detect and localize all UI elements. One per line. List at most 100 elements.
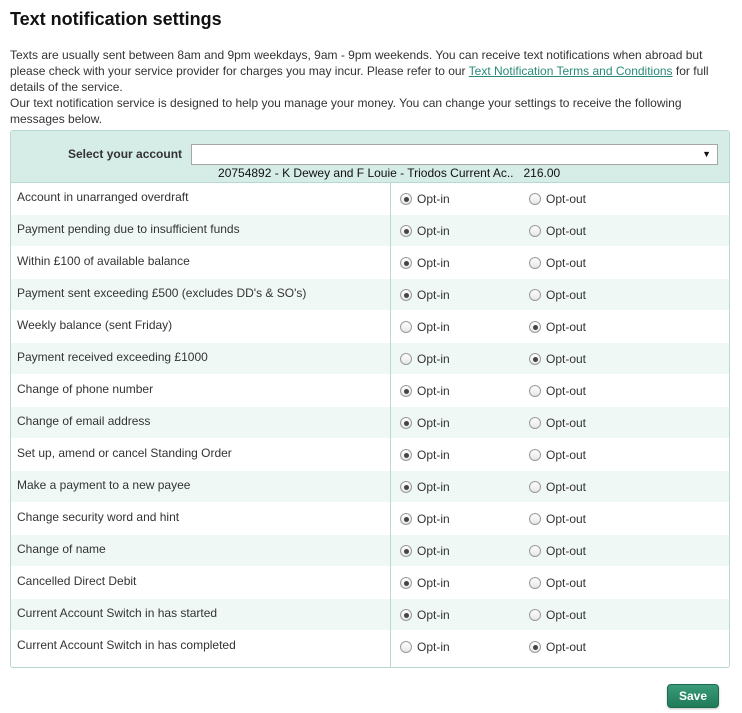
opt-out-radio-option[interactable]: Opt-out <box>529 512 586 526</box>
notification-row: Change security word and hint Opt-in Opt-o… <box>11 503 729 535</box>
radio-button-icon[interactable] <box>400 641 412 653</box>
notification-row: Account in unarranged overdraft Opt-in Opt… <box>11 183 729 215</box>
opt-out-radio-option[interactable]: Opt-out <box>529 288 586 302</box>
opt-out-label: Opt-out <box>546 640 587 654</box>
radio-button-icon[interactable] <box>400 193 412 205</box>
account-select-value: 20754892 - K Dewey and F Louie - Triodos… <box>218 166 561 180</box>
opt-in-radio-option[interactable]: Opt-in <box>400 352 450 366</box>
opt-out-radio-option[interactable]: Opt-out <box>529 192 586 206</box>
opt-in-label: Opt-in <box>417 256 450 270</box>
radio-button-icon[interactable] <box>529 545 541 557</box>
opt-in-radio-option[interactable]: Opt-in <box>400 608 450 622</box>
notification-row: Payment sent exceeding £500 (excludes DD… <box>11 279 729 311</box>
radio-button-icon[interactable] <box>400 385 412 397</box>
notification-label: Set up, amend or cancel Standing Order <box>17 446 232 460</box>
radio-button-icon[interactable] <box>400 545 412 557</box>
opt-in-radio-option[interactable]: Opt-in <box>400 576 450 590</box>
radio-button-icon[interactable] <box>529 321 541 333</box>
radio-button-icon[interactable] <box>400 289 412 301</box>
opt-in-radio-option[interactable]: Opt-in <box>400 320 450 334</box>
account-select-label: Select your account <box>68 147 183 161</box>
opt-in-radio-option[interactable]: Opt-in <box>400 448 450 462</box>
radio-button-icon[interactable] <box>529 385 541 397</box>
radio-button-icon[interactable] <box>400 321 412 333</box>
terms-link[interactable]: Text Notification Terms and Conditions <box>469 64 673 78</box>
radio-button-icon[interactable] <box>529 641 541 653</box>
radio-button-icon[interactable] <box>400 577 412 589</box>
opt-in-radio-option[interactable]: Opt-in <box>400 288 450 302</box>
notification-label: Payment pending due to insufficient fund… <box>17 222 240 236</box>
radio-button-icon[interactable] <box>400 225 412 237</box>
opt-out-radio-option[interactable]: Opt-out <box>529 640 586 654</box>
opt-out-label: Opt-out <box>546 224 587 238</box>
opt-in-label: Opt-in <box>417 224 450 238</box>
radio-button-icon[interactable] <box>400 609 412 621</box>
radio-button-icon[interactable] <box>400 417 412 429</box>
notification-row: Payment pending due to insufficient fund… <box>11 215 729 247</box>
opt-out-radio-option[interactable]: Opt-out <box>529 608 586 622</box>
radio-button-icon[interactable] <box>529 481 541 493</box>
notification-label: Change of phone number <box>17 382 154 396</box>
opt-in-label: Opt-in <box>417 192 450 206</box>
opt-in-label: Opt-in <box>417 288 450 302</box>
radio-button-icon[interactable] <box>400 257 412 269</box>
account-select[interactable]: 20754892 - K Dewey and F Louie - Triodos… <box>191 144 718 180</box>
opt-out-radio-option[interactable]: Opt-out <box>529 416 586 430</box>
radio-button-icon[interactable] <box>400 481 412 493</box>
opt-out-label: Opt-out <box>546 608 587 622</box>
opt-in-radio-option[interactable]: Opt-in <box>400 640 450 654</box>
opt-in-label: Opt-in <box>417 416 450 430</box>
opt-out-label: Opt-out <box>546 192 587 206</box>
page-title: Text notification settings <box>10 9 222 29</box>
settings-panel: Select your account 20754892 - K Dewey a… <box>10 130 730 668</box>
opt-out-radio-option[interactable]: Opt-out <box>529 352 586 366</box>
opt-out-label: Opt-out <box>546 416 587 430</box>
opt-in-radio-option[interactable]: Opt-in <box>400 480 450 494</box>
radio-button-icon[interactable] <box>529 609 541 621</box>
radio-button-icon[interactable] <box>400 449 412 461</box>
opt-out-radio-option[interactable]: Opt-out <box>529 576 586 590</box>
notification-label: Make a payment to a new payee <box>17 478 191 492</box>
radio-button-icon[interactable] <box>529 417 541 429</box>
opt-out-label: Opt-out <box>546 448 587 462</box>
radio-button-icon[interactable] <box>529 225 541 237</box>
opt-in-radio-option[interactable]: Opt-in <box>400 384 450 398</box>
notification-label: Within £100 of available balance <box>17 254 190 268</box>
radio-button-icon[interactable] <box>529 577 541 589</box>
radio-button-icon[interactable] <box>529 257 541 269</box>
notification-label: Current Account Switch in has completed <box>17 638 236 652</box>
notification-list: Account in unarranged overdraft Opt-in Opt… <box>11 183 729 663</box>
opt-out-radio-option[interactable]: Opt-out <box>529 480 586 494</box>
radio-button-icon[interactable] <box>529 513 541 525</box>
opt-in-radio-option[interactable]: Opt-in <box>400 544 450 558</box>
radio-button-icon[interactable] <box>400 353 412 365</box>
notification-label: Cancelled Direct Debit <box>17 574 137 588</box>
radio-button-icon[interactable] <box>529 449 541 461</box>
opt-out-radio-option[interactable]: Opt-out <box>529 256 586 270</box>
column-divider <box>390 183 391 667</box>
notification-row: Set up, amend or cancel Standing Order Op… <box>11 439 729 471</box>
opt-out-label: Opt-out <box>546 512 587 526</box>
radio-button-icon[interactable] <box>400 513 412 525</box>
opt-out-label: Opt-out <box>546 256 587 270</box>
opt-out-radio-option[interactable]: Opt-out <box>529 544 586 558</box>
intro-text: Texts are usually sent between 8am and 9… <box>10 47 732 127</box>
opt-in-radio-option[interactable]: Opt-in <box>400 256 450 270</box>
opt-in-radio-option[interactable]: Opt-in <box>400 416 450 430</box>
notification-label: Weekly balance (sent Friday) <box>17 318 173 332</box>
save-button[interactable]: Save <box>667 684 719 708</box>
radio-button-icon[interactable] <box>529 193 541 205</box>
opt-in-radio-option[interactable]: Opt-in <box>400 512 450 526</box>
radio-button-icon[interactable] <box>529 289 541 301</box>
radio-button-icon[interactable] <box>529 353 541 365</box>
opt-in-radio-option[interactable]: Opt-in <box>400 192 450 206</box>
opt-in-radio-option[interactable]: Opt-in <box>400 224 450 238</box>
opt-out-radio-option[interactable]: Opt-out <box>529 384 586 398</box>
opt-out-radio-option[interactable]: Opt-out <box>529 448 586 462</box>
notification-label: Account in unarranged overdraft <box>17 190 189 204</box>
opt-out-radio-option[interactable]: Opt-out <box>529 224 586 238</box>
notification-row: Current Account Switch in has completed O… <box>11 631 729 663</box>
notification-row: Within £100 of available balance Opt-in Op… <box>11 247 729 279</box>
notification-label: Change of name <box>17 542 106 556</box>
opt-out-radio-option[interactable]: Opt-out <box>529 320 586 334</box>
